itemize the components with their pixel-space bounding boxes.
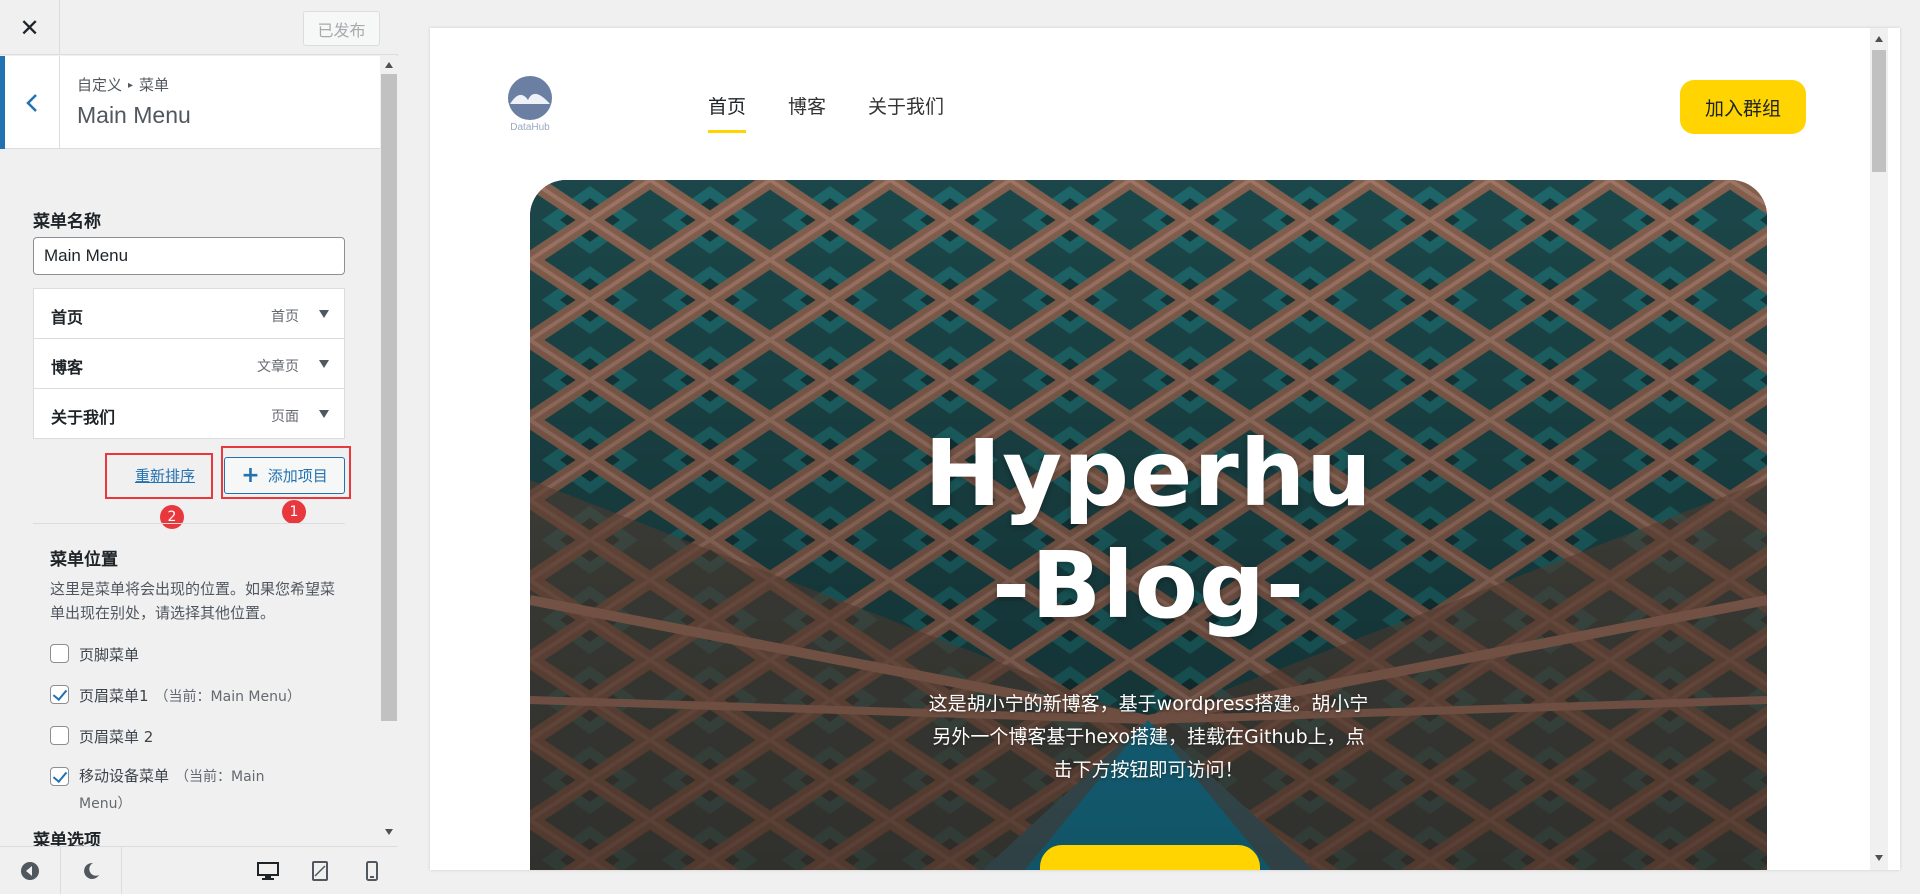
customizer-sidebar: ✕ 已发布 自定义 ▸ 菜单 Main Menu 菜单名称 首页 首页 博客 文章页… bbox=[0, 0, 398, 894]
hero-desc-line3: 击下方按钮即可访问！ bbox=[1053, 759, 1244, 781]
location-header1-row: 页眉菜单1 （当前：Main Menu） bbox=[50, 685, 301, 706]
menu-item-type: 页面 bbox=[271, 409, 299, 425]
hero-cta-button[interactable] bbox=[1040, 845, 1260, 870]
breadcrumb-separator-icon: ▸ bbox=[128, 80, 134, 91]
location-footer-row: 页脚菜单 bbox=[50, 644, 139, 665]
site-nav: 首页 博客 关于我们 bbox=[708, 92, 986, 133]
reorder-link[interactable]: 重新排序 bbox=[135, 465, 195, 486]
location-label: 页眉菜单 2 bbox=[79, 728, 154, 746]
annotation-badge-1: 1 bbox=[282, 500, 306, 524]
menu-name-input[interactable] bbox=[33, 237, 345, 275]
join-group-button[interactable]: 加入群组 bbox=[1680, 80, 1806, 134]
breadcrumb-root: 自定义 bbox=[77, 76, 123, 94]
hero-banner: Hyperhu -Blog- 这是胡小宁的新博客，基于wordpress搭建。胡… bbox=[530, 180, 1767, 870]
menu-item-title: 首页 bbox=[51, 308, 84, 327]
breadcrumb-current: 菜单 bbox=[139, 76, 170, 94]
menu-item-type: 首页 bbox=[271, 309, 299, 325]
logo-text: DataHub bbox=[510, 122, 550, 133]
menu-items-list: 首页 首页 博客 文章页 关于我们 页面 bbox=[33, 288, 345, 439]
menu-item-title: 关于我们 bbox=[51, 408, 116, 427]
annotation-badge-2: 2 bbox=[160, 505, 184, 529]
hero-title-line2: -Blog- bbox=[991, 532, 1306, 639]
preview-scrollbar-thumb[interactable] bbox=[1872, 50, 1886, 172]
customizer-topbar: ✕ 已发布 bbox=[0, 0, 398, 55]
location-label: 页脚菜单 bbox=[79, 646, 140, 664]
sidebar-scrollbar-thumb[interactable] bbox=[381, 74, 397, 721]
divider bbox=[33, 523, 345, 524]
plus-icon: + bbox=[241, 462, 260, 488]
hero-title-line1: Hyperhu bbox=[924, 420, 1373, 527]
preview-scroll-down-icon[interactable] bbox=[1875, 855, 1883, 861]
breadcrumb: 自定义 ▸ 菜单 bbox=[77, 74, 169, 95]
hero-title: Hyperhu -Blog- bbox=[530, 418, 1767, 642]
hero-description: 这是胡小宁的新博客，基于wordpress搭建。胡小宁 另外一个博客基于hexo… bbox=[530, 688, 1767, 787]
menu-locations-description: 这里是菜单将会出现的位置。如果您希望菜单出现在别处，请选择其他位置。 bbox=[50, 580, 336, 622]
location-header2-row: 页眉菜单 2 bbox=[50, 726, 153, 747]
close-icon: ✕ bbox=[19, 13, 40, 42]
menu-locations-title: 菜单位置 bbox=[50, 550, 118, 570]
mobile-preview-icon[interactable] bbox=[354, 847, 390, 894]
desktop-preview-icon[interactable] bbox=[250, 847, 286, 894]
section-header: 自定义 ▸ 菜单 Main Menu bbox=[0, 56, 380, 149]
location-label: 移动设备菜单 bbox=[79, 767, 170, 785]
collapse-sidebar-icon[interactable] bbox=[0, 847, 60, 894]
menu-item-blog[interactable]: 博客 文章页 bbox=[33, 338, 345, 389]
expand-arrow-icon[interactable] bbox=[319, 360, 329, 368]
expand-arrow-icon[interactable] bbox=[319, 310, 329, 318]
nav-item-home[interactable]: 首页 bbox=[708, 92, 747, 133]
scroll-down-icon[interactable] bbox=[385, 829, 393, 835]
menu-item-about[interactable]: 关于我们 页面 bbox=[33, 388, 345, 439]
back-button[interactable] bbox=[0, 56, 60, 149]
location-mobile-row: 移动设备菜单 （当前：Main Menu） bbox=[50, 767, 299, 817]
chevron-left-icon bbox=[26, 93, 37, 112]
customizer-footer bbox=[0, 846, 398, 894]
location-note: （当前：Main Menu） bbox=[154, 689, 301, 705]
location-mobile-checkbox[interactable] bbox=[50, 767, 69, 786]
dark-mode-icon[interactable] bbox=[60, 847, 122, 894]
nav-item-about[interactable]: 关于我们 bbox=[868, 92, 944, 133]
close-button[interactable]: ✕ bbox=[0, 0, 60, 55]
menu-item-type: 文章页 bbox=[257, 359, 299, 375]
location-header2-checkbox[interactable] bbox=[50, 726, 69, 745]
nav-item-blog[interactable]: 博客 bbox=[788, 92, 826, 133]
scroll-up-icon[interactable] bbox=[385, 62, 393, 68]
site-preview: DataHub 首页 博客 关于我们 加入群组 Hyperhu -Blog- 这… bbox=[430, 28, 1900, 870]
menu-item-home[interactable]: 首页 首页 bbox=[33, 288, 345, 339]
section-title: Main Menu bbox=[77, 102, 191, 128]
location-label: 页眉菜单1 bbox=[79, 687, 149, 705]
expand-arrow-icon[interactable] bbox=[319, 410, 329, 418]
site-logo[interactable]: DataHub bbox=[500, 74, 560, 134]
menu-options-title: 菜单选项 bbox=[33, 831, 101, 846]
location-footer-checkbox[interactable] bbox=[50, 644, 69, 663]
menu-item-title: 博客 bbox=[51, 358, 84, 377]
menu-name-label: 菜单名称 bbox=[33, 212, 101, 232]
hero-desc-line2: 另外一个博客基于hexo搭建，挂载在Github上，点 bbox=[932, 726, 1365, 748]
hero-desc-line1: 这是胡小宁的新博客，基于wordpress搭建。胡小宁 bbox=[928, 693, 1369, 715]
tablet-preview-icon[interactable] bbox=[302, 847, 338, 894]
publish-button[interactable]: 已发布 bbox=[303, 11, 380, 46]
location-header1-checkbox[interactable] bbox=[50, 685, 69, 704]
add-item-button[interactable]: + 添加项目 bbox=[224, 457, 345, 494]
add-item-label: 添加项目 bbox=[267, 467, 328, 485]
preview-scroll-up-icon[interactable] bbox=[1875, 36, 1883, 42]
